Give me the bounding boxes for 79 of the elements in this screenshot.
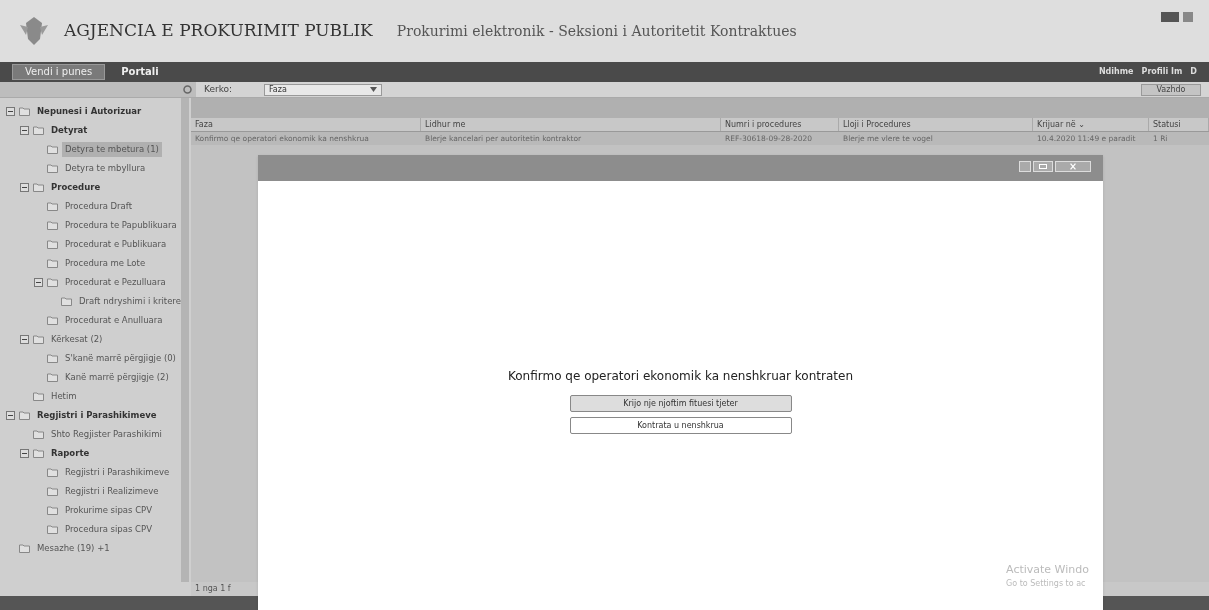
- tree-item[interactable]: Raporte: [48, 446, 93, 461]
- caret-icon: [370, 87, 377, 92]
- tree-item[interactable]: Procedura sipas CPV: [62, 522, 155, 537]
- nav-tab[interactable]: Vendi i punes: [12, 64, 106, 80]
- activation-hint: Go to Settings to ac: [1006, 578, 1087, 590]
- tree-item[interactable]: Procedurat e Publikuara: [62, 237, 170, 252]
- search-select[interactable]: Faza: [264, 83, 382, 96]
- collapse-toggle[interactable]: [20, 126, 29, 135]
- tree-item[interactable]: Regjistri i Parashikimeve: [62, 465, 173, 480]
- tree-item[interactable]: Regjistri i Parashikimeve: [34, 408, 160, 423]
- tree-item[interactable]: Nepunesi i Autorizuar: [34, 104, 145, 119]
- tree-item[interactable]: Detyrat: [48, 123, 91, 138]
- collapse-toggle[interactable]: [20, 449, 29, 458]
- folder-icon: [33, 183, 44, 192]
- collapse-toggle[interactable]: [20, 183, 29, 192]
- tree-item[interactable]: Hetim: [48, 389, 80, 404]
- folder-icon: [47, 354, 58, 363]
- folder-icon: [19, 544, 30, 553]
- column-header[interactable]: Faza: [191, 118, 421, 131]
- continue-button[interactable]: Vazhdo: [1141, 83, 1201, 96]
- folder-icon: [47, 145, 58, 154]
- nav-tab[interactable]: Portali: [113, 64, 167, 80]
- collapse-toggle[interactable]: [20, 335, 29, 344]
- folder-icon: [19, 107, 30, 116]
- collapse-toggle[interactable]: [34, 278, 43, 287]
- refresh-icon[interactable]: [183, 85, 192, 94]
- tree-item[interactable]: Prokurime sipas CPV: [62, 503, 155, 518]
- folder-icon: [47, 468, 58, 477]
- folder-icon: [33, 335, 44, 344]
- folder-icon: [47, 240, 58, 249]
- folder-icon: [61, 297, 72, 306]
- folder-icon: [47, 373, 58, 382]
- column-header[interactable]: Lidhur me: [421, 118, 721, 131]
- tree-item[interactable]: Procedurat e Pezulluara: [62, 275, 169, 290]
- folder-icon: [47, 202, 58, 211]
- folder-icon: [47, 221, 58, 230]
- column-header[interactable]: Lloji i Procedures: [839, 118, 1033, 131]
- dialog-button[interactable]: Krijo nje njoftim fituesi tjeter: [569, 395, 792, 412]
- nav-link[interactable]: Profili Im: [1141, 66, 1183, 78]
- tree-item[interactable]: Procedura Draft: [62, 199, 135, 214]
- folder-icon: [47, 164, 58, 173]
- folder-icon: [47, 316, 58, 325]
- folder-icon: [47, 487, 58, 496]
- folder-icon: [33, 430, 44, 439]
- folder-icon: [19, 411, 30, 420]
- tree-item[interactable]: Draft ndryshimi i kritere: [76, 294, 184, 309]
- tree-item[interactable]: Procedura me Lote: [62, 256, 149, 271]
- tree-item[interactable]: Detyra te mbetura (1): [62, 142, 162, 157]
- tree-item[interactable]: Mesazhe (19) +1: [34, 541, 113, 556]
- tree-item[interactable]: Procedurat e Anulluara: [62, 313, 166, 328]
- search-label: Kerko:: [204, 82, 234, 96]
- tree-item[interactable]: Regjistri i Realizimeve: [62, 484, 162, 499]
- column-header[interactable]: Numri i procedures: [721, 118, 839, 131]
- app-subtitle: Prokurimi elektronik - Seksioni i Autoritetit Kontraktues: [396, 21, 797, 41]
- dialog-button[interactable]: Kontrata u nenshkrua: [569, 417, 792, 434]
- tree-item[interactable]: Procedure: [48, 180, 104, 195]
- tree-item[interactable]: Shto Regjister Parashikimi: [48, 427, 165, 442]
- collapse-toggle[interactable]: [6, 411, 15, 420]
- tree-item[interactable]: Kanë marrë përgjigje (2): [62, 370, 172, 385]
- column-header[interactable]: Statusi: [1149, 118, 1209, 131]
- tree-item[interactable]: Procedura te Papublikuara: [62, 218, 180, 233]
- tree-item[interactable]: S'kanë marrë përgjigje (0): [62, 351, 179, 366]
- folder-icon: [47, 278, 58, 287]
- pager-text: 1 nga 1 f: [195, 583, 231, 595]
- agency-title: AGJENCIA E PROKURIMIT PUBLIK: [64, 19, 373, 43]
- dialog-message: Konfirmo qe operatori ekonomik ka nenshkruar kontraten: [508, 368, 853, 385]
- folder-icon: [47, 506, 58, 515]
- column-header[interactable]: Krijuar në ⌄: [1033, 118, 1149, 131]
- folder-icon: [47, 525, 58, 534]
- activation-notice: Activate Windo: [1006, 561, 1089, 578]
- collapse-toggle[interactable]: [6, 107, 15, 116]
- nav-link[interactable]: D: [1190, 66, 1197, 78]
- nav-link[interactable]: Ndihme: [1098, 66, 1134, 78]
- folder-icon: [33, 126, 44, 135]
- tree-item[interactable]: Kërkesat (2): [48, 332, 106, 347]
- folder-icon: [33, 392, 44, 401]
- tree-item[interactable]: Detyra te mbyllura: [62, 161, 149, 176]
- folder-icon: [47, 259, 58, 268]
- folder-icon: [33, 449, 44, 458]
